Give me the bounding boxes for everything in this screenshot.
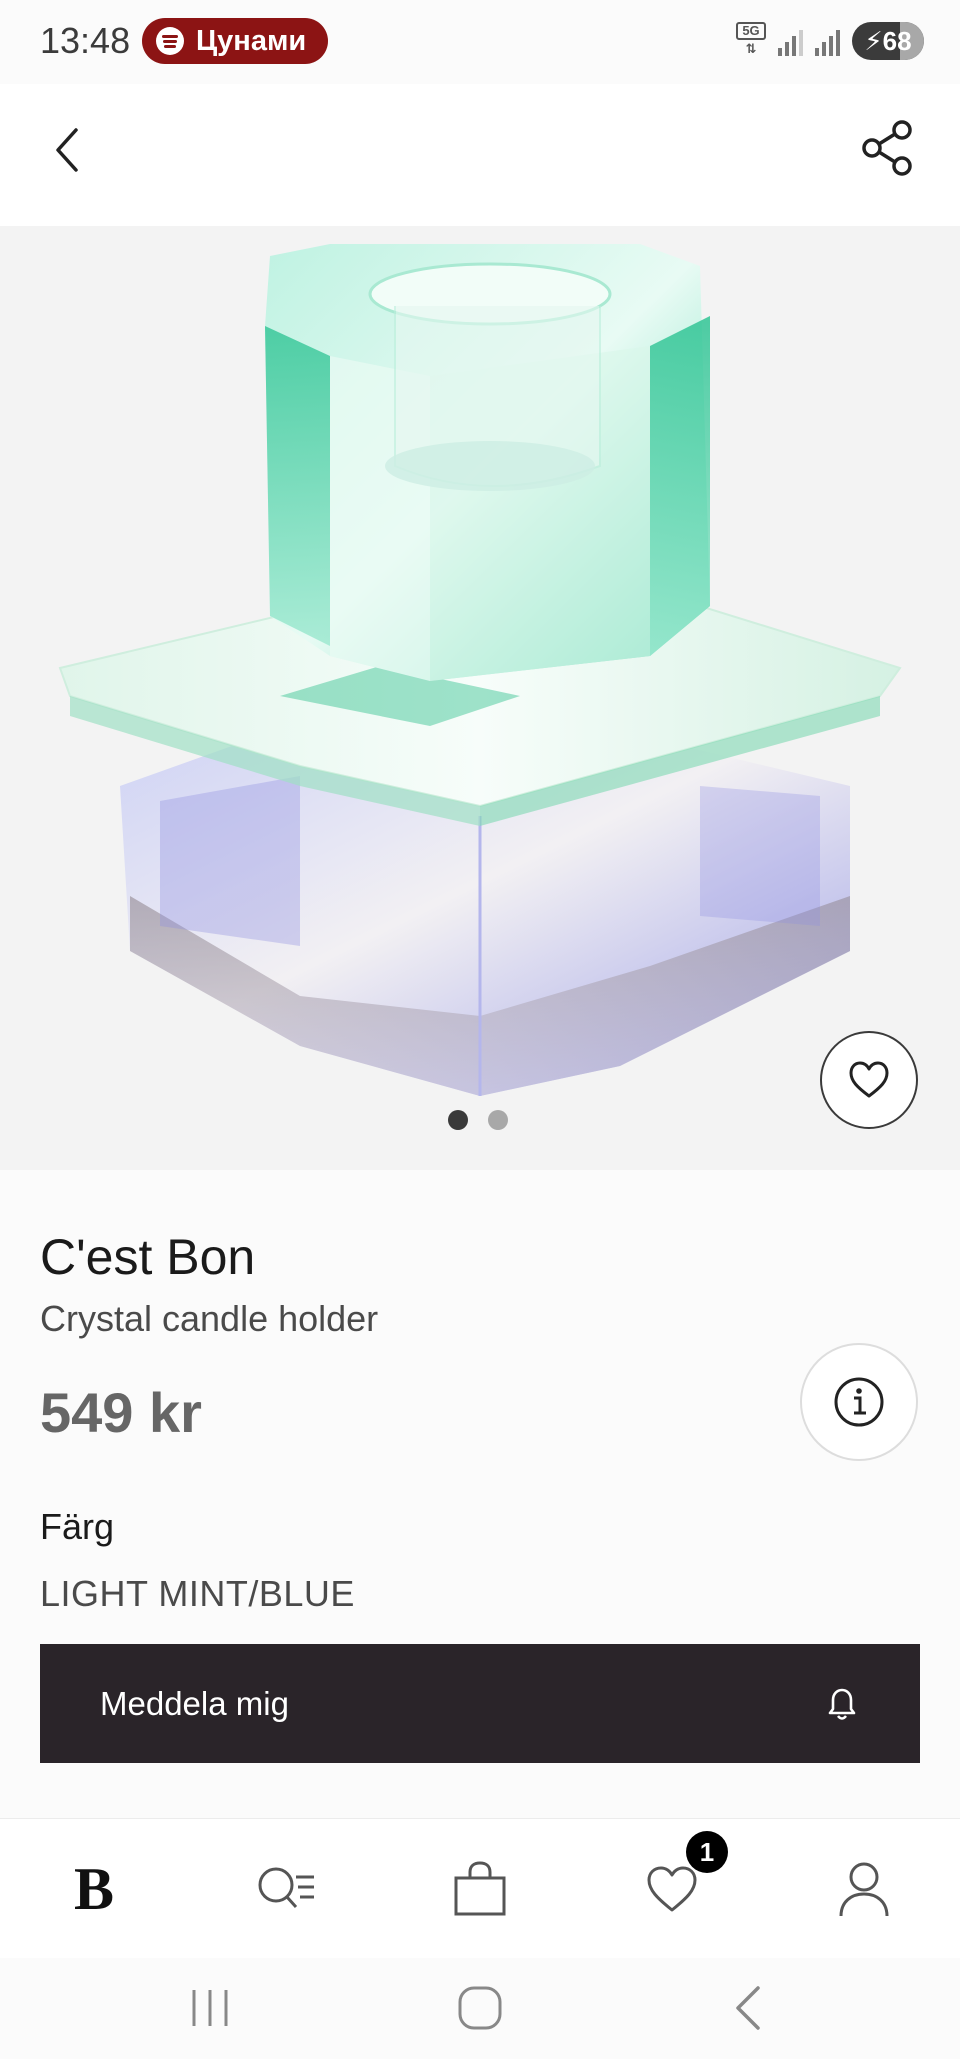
system-navigation <box>0 1958 960 2059</box>
share-icon <box>862 120 912 176</box>
nav-bag[interactable] <box>444 1853 516 1925</box>
home-button[interactable] <box>450 1978 510 2038</box>
battery-level: 68 <box>882 25 912 56</box>
wishlist-count-badge: 1 <box>686 1831 728 1873</box>
status-bar: 13:48 Цунами 5G ⇅ ⚡ 68 <box>0 0 960 84</box>
product-brand[interactable]: C'est Bon <box>40 1228 255 1286</box>
notify-me-label: Meddela mig <box>100 1684 289 1722</box>
network-5g-icon: 5G ⇅ <box>736 22 766 60</box>
spotify-icon <box>156 27 184 55</box>
nav-search[interactable] <box>250 1853 322 1925</box>
add-to-wishlist-button[interactable] <box>820 1031 918 1129</box>
info-icon <box>834 1377 884 1427</box>
media-pill[interactable]: Цунами <box>142 18 329 64</box>
chevron-left-icon <box>56 128 78 172</box>
signal-icon <box>778 26 803 56</box>
bell-icon <box>828 1688 856 1720</box>
heart-icon <box>849 1061 889 1098</box>
battery-icon: ⚡ 68 <box>852 22 924 60</box>
search-menu-icon <box>258 1867 314 1909</box>
brand-logo-icon: B <box>73 1856 115 1922</box>
nav-home[interactable]: B <box>58 1853 130 1925</box>
product-price: 549 kr <box>40 1381 202 1444</box>
recent-apps-button[interactable] <box>182 1978 242 2038</box>
notify-me-button[interactable]: Meddela mig <box>40 1644 920 1763</box>
recent-apps-icon <box>192 1990 228 2026</box>
product-name: Crystal candle holder <box>40 1298 379 1339</box>
carousel-indicator <box>448 1110 508 1130</box>
info-button[interactable] <box>800 1343 918 1461</box>
shopping-bag-icon <box>454 1861 506 1916</box>
back-button[interactable] <box>40 120 100 180</box>
carousel-dot-2[interactable] <box>488 1110 508 1130</box>
product-image-carousel[interactable] <box>0 226 960 1170</box>
product-photo <box>58 244 902 1096</box>
status-icons: 5G ⇅ ⚡ 68 <box>736 22 924 60</box>
color-value: LIGHT MINT/BLUE <box>40 1573 355 1614</box>
top-navigation <box>0 84 960 226</box>
nav-profile[interactable] <box>828 1853 900 1925</box>
color-label: Färg <box>40 1506 115 1547</box>
profile-icon <box>839 1862 889 1917</box>
media-pill-label: Цунами <box>196 24 307 57</box>
home-icon <box>458 1986 502 2030</box>
heart-icon <box>647 1866 697 1912</box>
back-icon <box>736 1986 760 2030</box>
status-time: 13:48 <box>40 20 131 61</box>
signal-roaming-icon <box>815 26 840 56</box>
system-back-button[interactable] <box>720 1978 780 2038</box>
carousel-dot-1[interactable] <box>448 1110 468 1130</box>
bottom-navigation: B 1 <box>0 1818 960 1958</box>
share-button[interactable] <box>856 116 920 180</box>
